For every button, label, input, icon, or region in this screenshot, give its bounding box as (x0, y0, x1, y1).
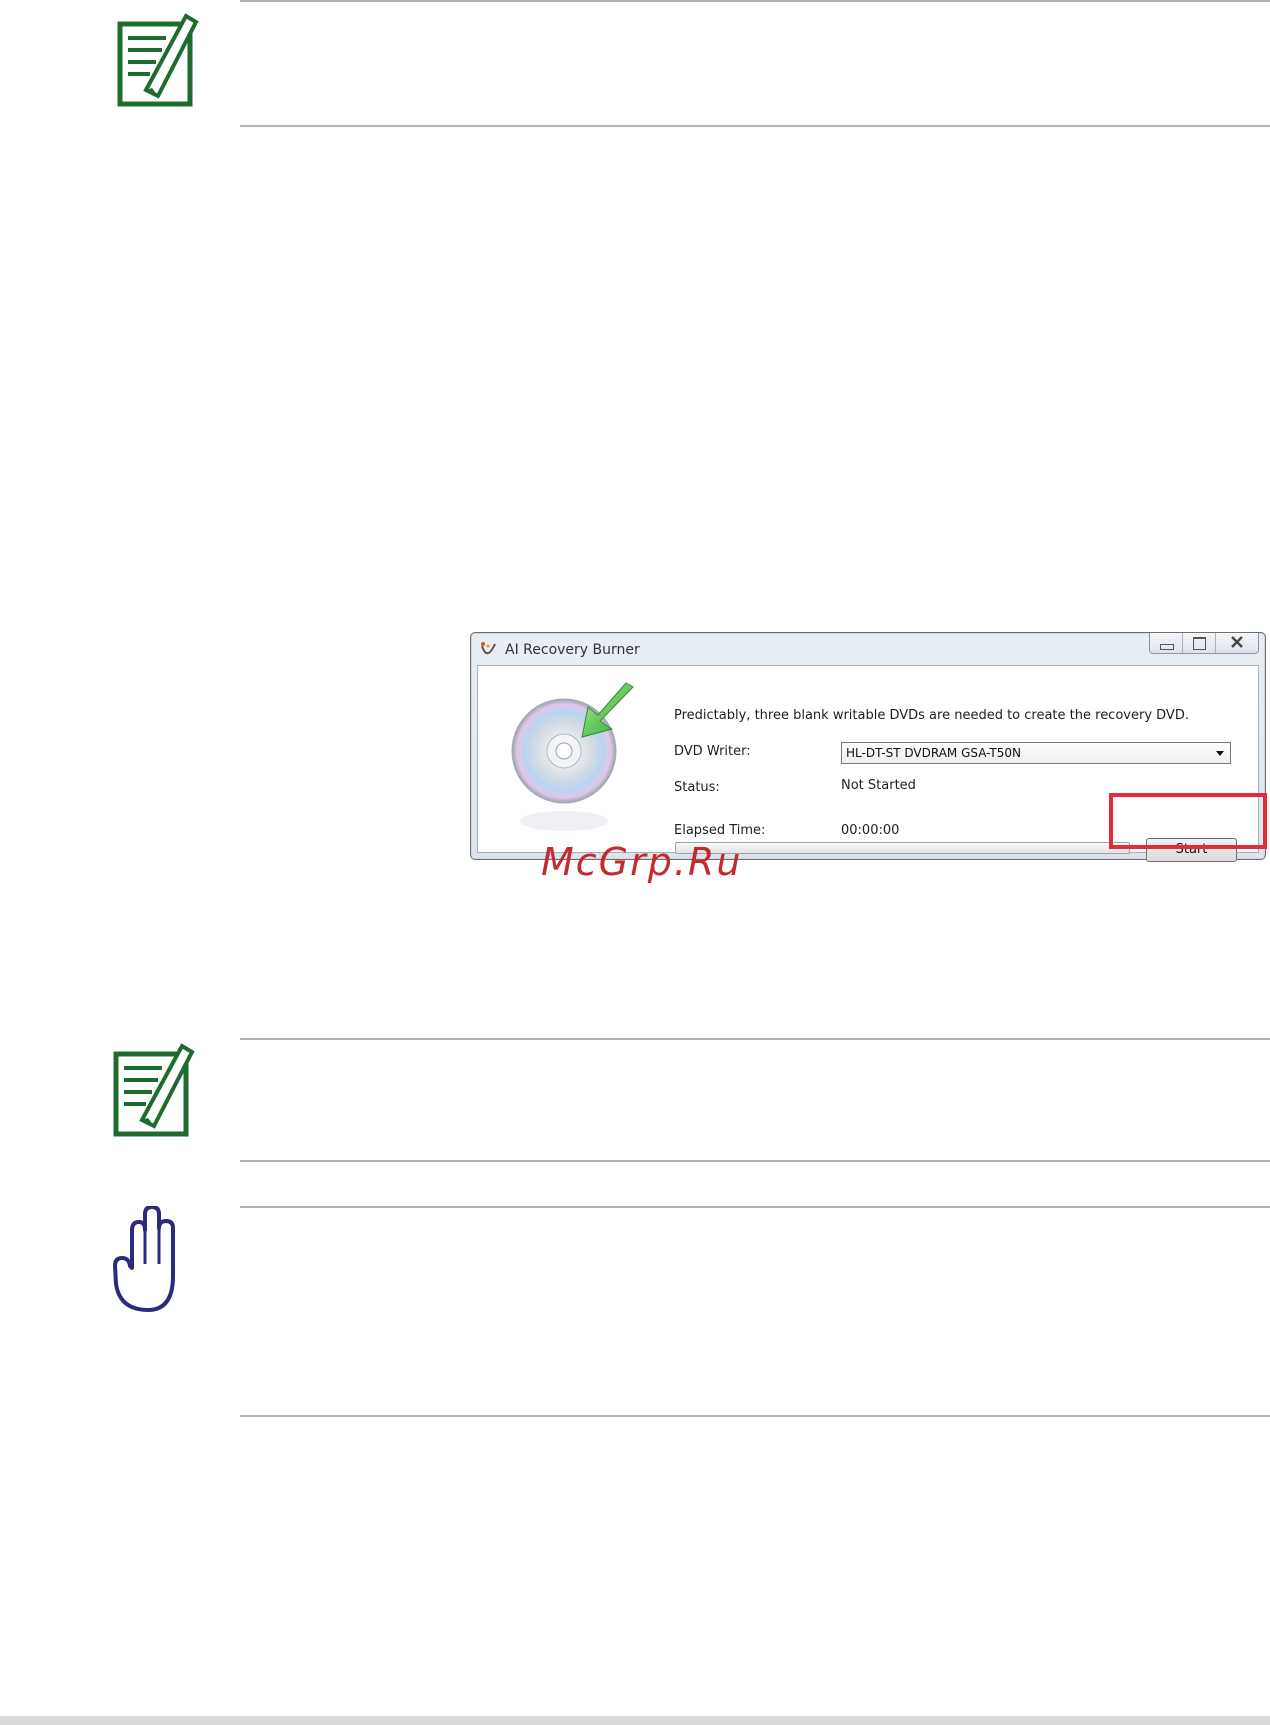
note-icon (113, 1043, 195, 1137)
elapsed-time-label: Elapsed Time: (674, 823, 766, 838)
note-icon (117, 13, 199, 107)
maximize-button[interactable] (1183, 633, 1217, 653)
note-top-divider (240, 0, 1270, 2)
watermark: McGrp.Ru (541, 840, 743, 884)
note-bottom-divider (240, 125, 1270, 127)
info-message: Predictably, three blank writable DVDs a… (674, 708, 1189, 723)
note2-top-divider (240, 1038, 1270, 1040)
minimize-button[interactable] (1150, 633, 1184, 653)
cd-icon (511, 682, 634, 831)
dvd-writer-label: DVD Writer: (674, 744, 751, 759)
dvd-writer-select[interactable]: HL-DT-ST DVDRAM GSA-T50N (841, 742, 1231, 764)
app-icon (481, 642, 496, 655)
close-button[interactable] (1216, 633, 1258, 653)
dvd-writer-value: HL-DT-ST DVDRAM GSA-T50N (846, 746, 1021, 760)
dropdown-arrow-icon[interactable] (1216, 751, 1224, 756)
status-label: Status: (674, 780, 720, 795)
window-controls (1149, 633, 1259, 654)
elapsed-time-value: 00:00:00 (841, 823, 900, 838)
progress-bar (675, 842, 1130, 854)
note2-bottom-divider (240, 1160, 1270, 1162)
warning-top-divider (240, 1206, 1270, 1208)
window-title: AI Recovery Burner (505, 642, 640, 658)
maximize-icon (1193, 637, 1207, 650)
minimize-icon (1160, 644, 1174, 650)
status-value: Not Started (841, 778, 916, 793)
warning-bottom-divider (240, 1415, 1270, 1417)
page-footer-bar (0, 1716, 1270, 1725)
title-bar: AI Recovery Burner (471, 633, 1265, 665)
start-highlight-box (1109, 793, 1267, 849)
stop-hand-icon (113, 1206, 175, 1312)
close-icon (1231, 636, 1244, 648)
